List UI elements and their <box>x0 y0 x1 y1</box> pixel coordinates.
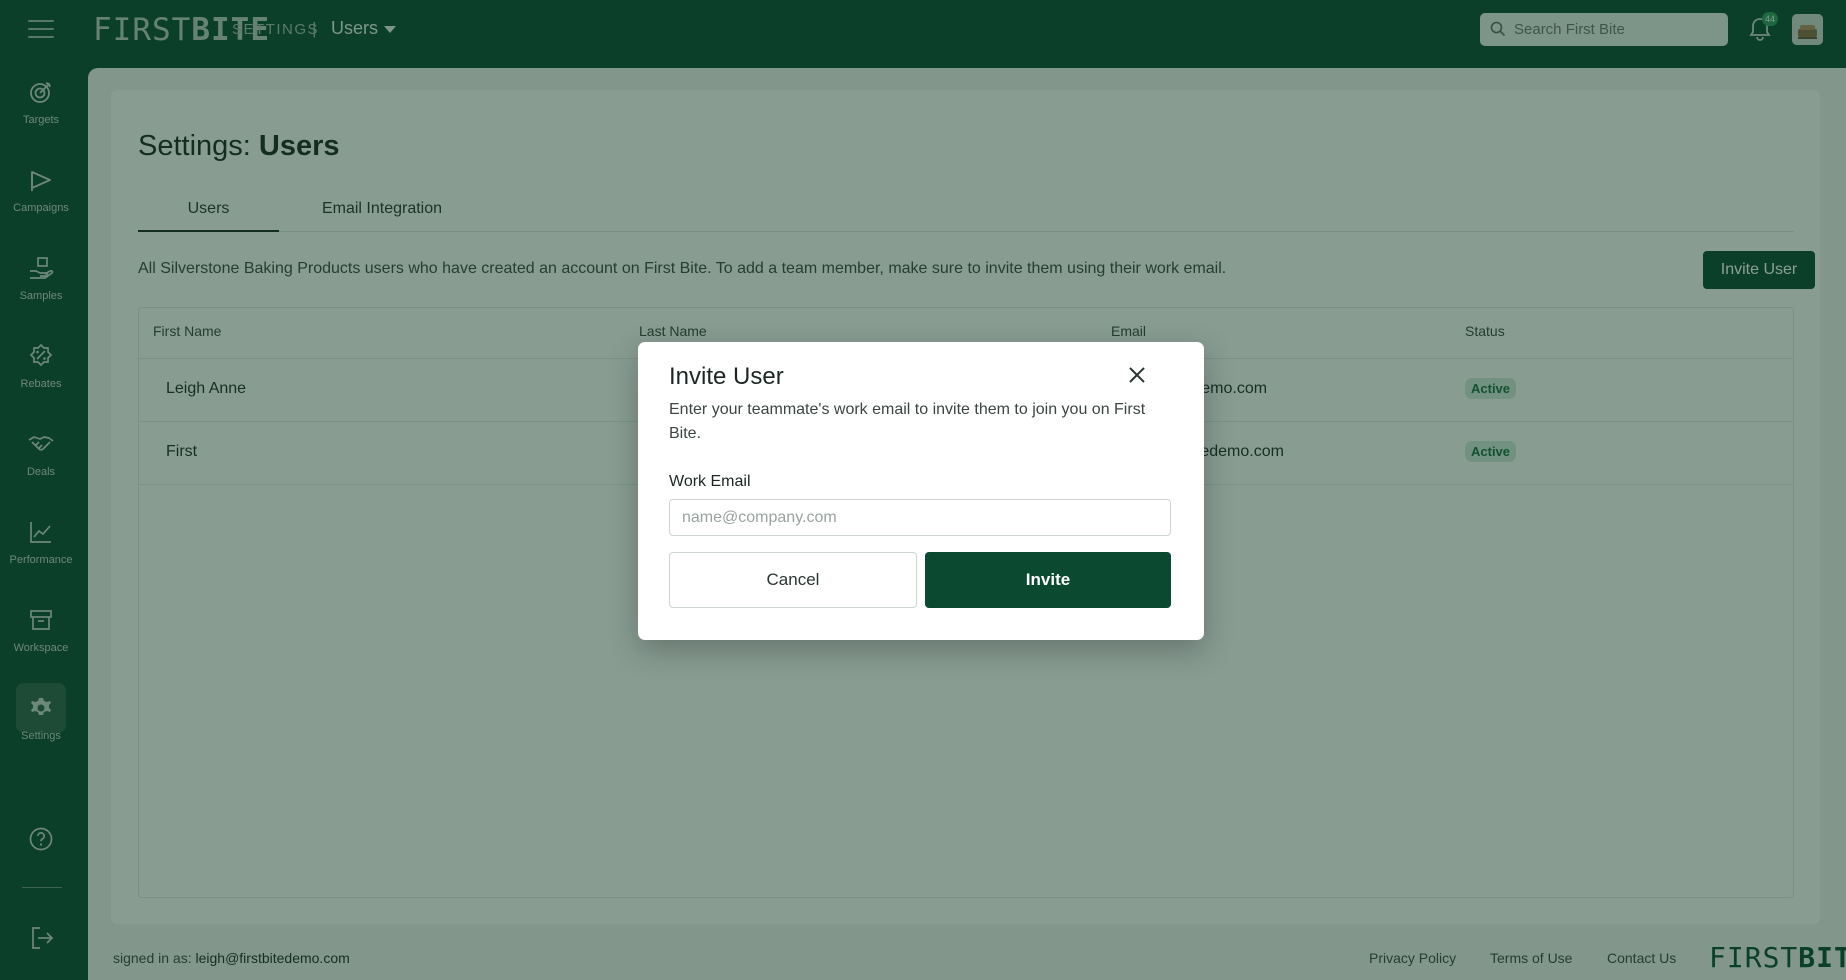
cancel-button[interactable]: Cancel <box>669 552 917 608</box>
invite-user-modal: Invite User Enter your teammate's work e… <box>638 342 1204 640</box>
work-email-field[interactable] <box>669 499 1171 536</box>
work-email-label: Work Email <box>669 473 751 490</box>
modal-subtitle: Enter your teammate's work email to invi… <box>669 401 1146 442</box>
modal-title: Invite User <box>669 363 784 390</box>
close-icon[interactable] <box>1124 362 1150 388</box>
invite-button[interactable]: Invite <box>925 552 1171 608</box>
